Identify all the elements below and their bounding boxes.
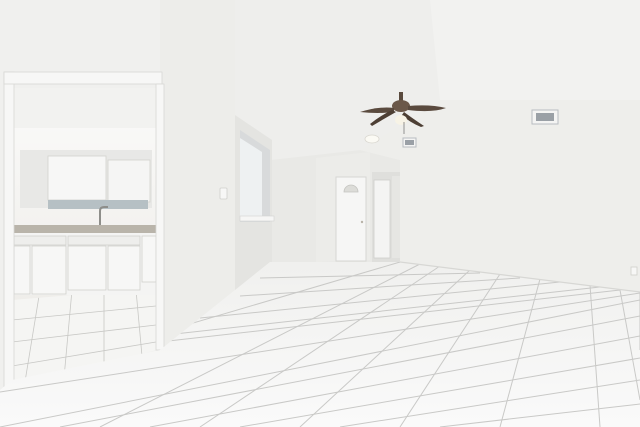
kitchen-doorway <box>0 0 165 392</box>
hallway-opening <box>372 172 400 262</box>
air-vent <box>531 109 559 125</box>
air-vent-small <box>402 137 417 148</box>
front-door <box>335 176 367 262</box>
wall-outlet <box>630 266 638 276</box>
room-photo <box>0 0 640 427</box>
recessed-light <box>364 134 380 144</box>
